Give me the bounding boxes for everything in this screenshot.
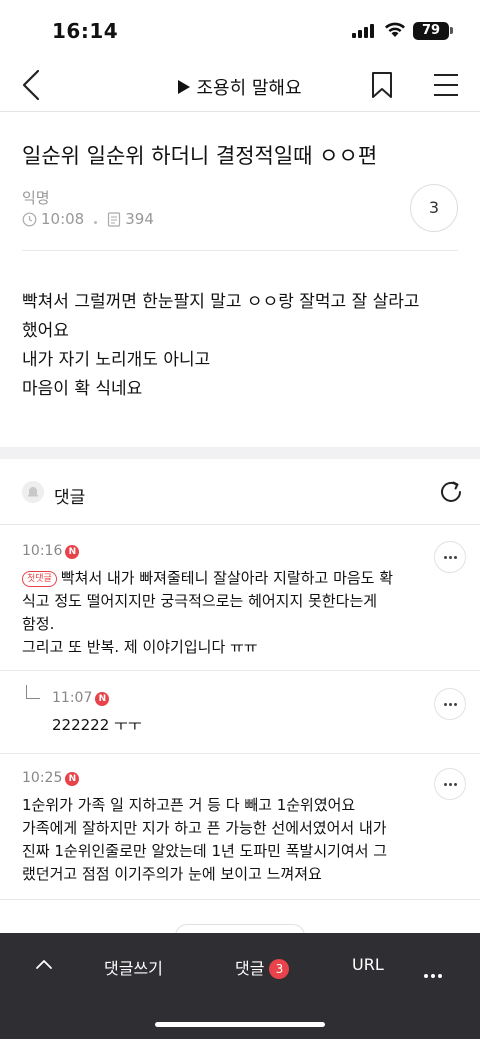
comments-button[interactable]: 댓글 3 [235,955,290,979]
board-title-label: 조용히 말해요 [196,78,302,99]
divider [22,250,458,251]
bookmark-icon[interactable] [368,70,396,100]
post-body: 빡쳐서 그럴꺼면 한눈팔지 말고 ㅇㅇ랑 잘먹고 잘 살라고 했어요 내가 자기… [22,288,462,404]
post-body-line: 마음이 확 식네요 [22,379,143,399]
write-comment-button[interactable]: 댓글쓰기 [104,955,163,979]
comment-time: 10:16 N [22,543,80,559]
post-meta: 10:08 394 [22,210,154,230]
clock-icon [22,212,37,226]
comment-item: 10:25 N 1순위가 가족 일 지하고픈 거 등 다 빼고 1순위였어요 가족… [0,754,480,900]
post-time: 10:08 [41,210,85,228]
hamburger-menu-icon[interactable] [432,70,460,100]
home-indicator [155,1022,325,1027]
comment-time: 10:25 N [22,770,80,786]
section-divider [0,447,480,459]
battery-nub [450,27,453,34]
comment-text: 1순위가 가족 일 지하고픈 거 등 다 빼고 1순위였어요 가족에게 잘하지만… [22,796,388,883]
comment-item: 10:16 N 첫댓글 빡쳐서 내가 빠져줄테니 잘살아라 지랄하고 마음도 확 식… [0,525,480,671]
post-title: 일순위 일순위 하더니 결정적일때 ㅇㅇ편 [22,144,378,168]
post-body-line: 했어요 [22,321,69,341]
new-badge: N [65,545,80,559]
top-nav: 조용히 말해요 [0,58,480,112]
post-body-line: 빡쳐서 그럴꺼면 한눈팔지 말고 ㅇㅇ랑 잘먹고 잘 살라고 [22,292,420,312]
cellular-signal-icon [352,24,374,38]
bell-icon [22,481,44,503]
comment-time: 11:07 N [52,690,110,706]
more-icon[interactable] [424,963,446,978]
post-views: 394 [125,210,154,228]
comments-count-badge: 3 [269,959,290,979]
status-bar: 16:14 79 [0,0,480,56]
comments-label: 댓글 [54,488,86,508]
comment-text: 222222 ㅜㅜ [52,716,142,734]
status-time: 16:14 [52,19,119,43]
comment-count-button[interactable]: 3 [410,184,458,232]
play-icon [178,80,191,94]
battery-icon: 79 [413,22,449,40]
chevron-up-icon[interactable] [34,955,54,975]
new-badge: N [95,692,110,706]
new-badge: N [65,772,80,786]
document-icon [108,211,121,227]
post-author: 익명 [22,189,50,207]
reply-arrow-icon [26,685,40,699]
reply-item: 11:07 N 222222 ㅜㅜ [0,671,480,754]
wifi-icon [385,22,405,37]
refresh-icon[interactable] [438,479,464,505]
comments-header: 댓글 [0,459,480,525]
url-button[interactable]: URL [352,955,384,974]
board-title[interactable]: 조용히 말해요 [0,74,480,100]
first-comment-badge: 첫댓글 [22,571,57,587]
post-body-line: 내가 자기 노리개도 아니고 [22,350,211,370]
comment-text: 첫댓글 빡쳐서 내가 빠져줄테니 잘살아라 지랄하고 마음도 확 식고 정도 떨어… [22,569,394,656]
